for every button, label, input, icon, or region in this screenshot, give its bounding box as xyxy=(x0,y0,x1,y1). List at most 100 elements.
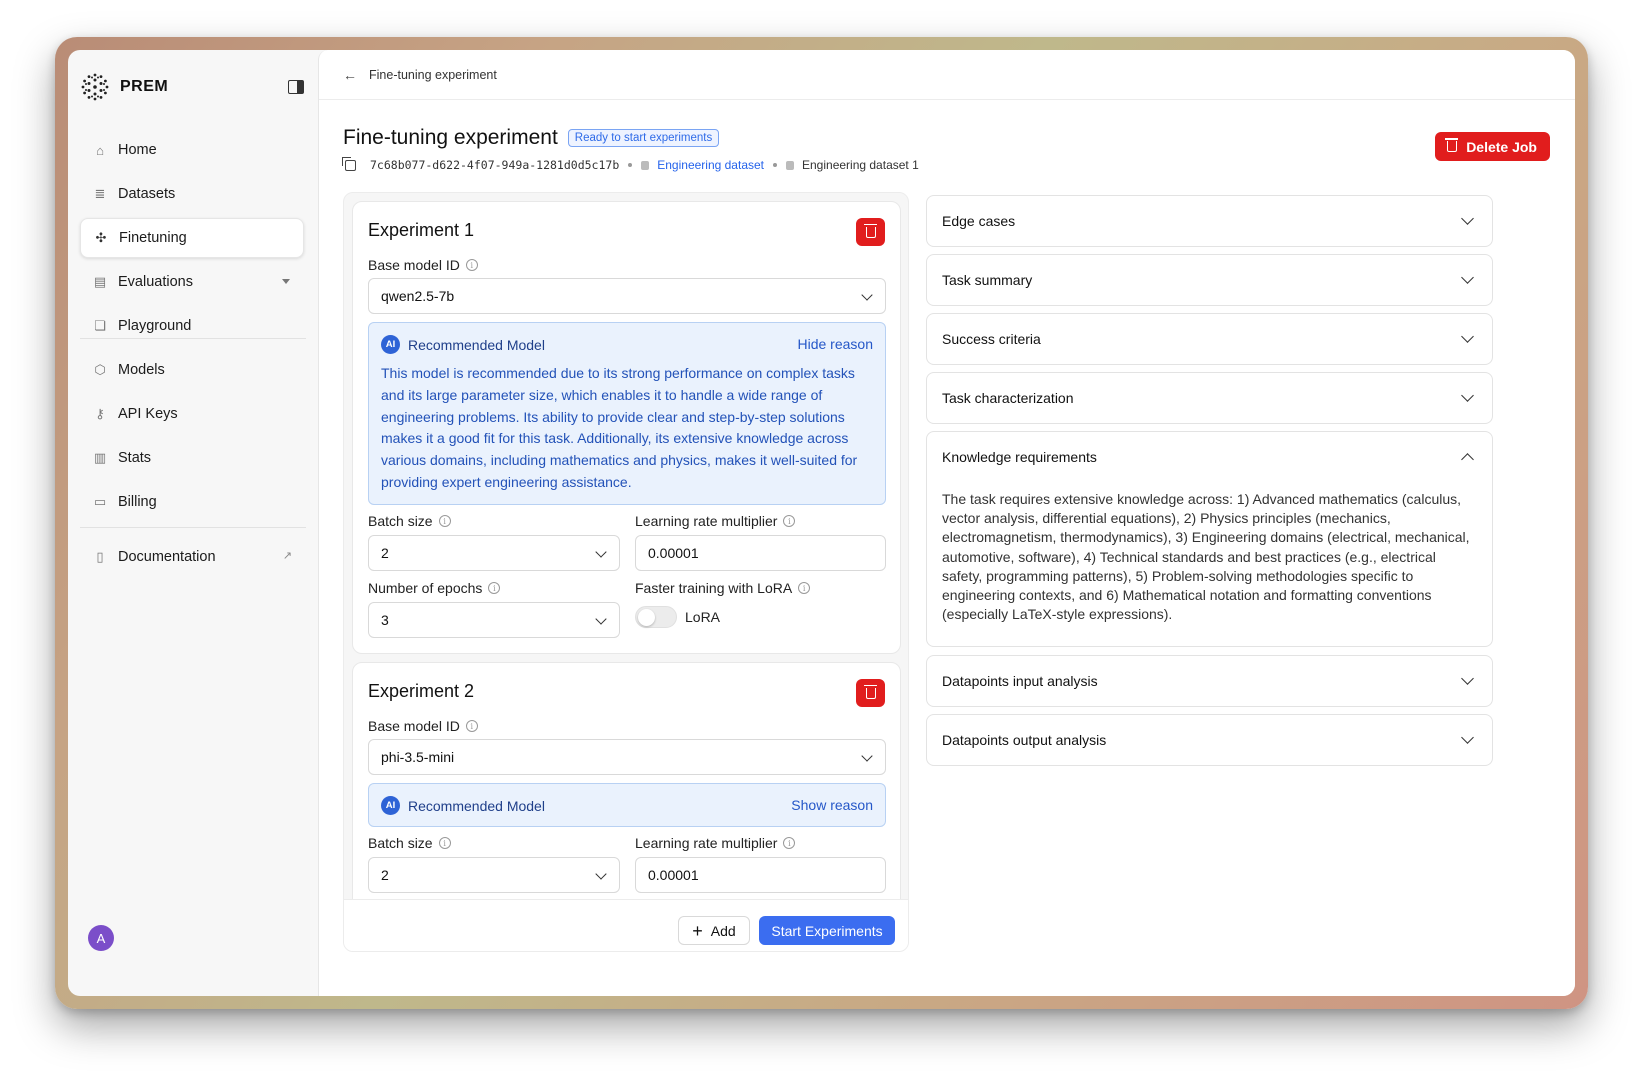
sidebar-item-label: Billing xyxy=(118,494,157,510)
accordion-datapoints-output[interactable]: Datapoints output analysis xyxy=(926,714,1493,766)
brand[interactable]: PREM xyxy=(80,72,168,102)
accordion-task-summary[interactable]: Task summary xyxy=(926,254,1493,306)
database-icon: ≣ xyxy=(94,186,106,201)
document-icon: ▯ xyxy=(96,549,104,564)
info-icon[interactable]: i xyxy=(783,515,796,527)
info-icon[interactable]: i xyxy=(465,720,478,732)
sidebar-item-evaluations[interactable]: ▤ Evaluations xyxy=(80,262,304,302)
learning-rate-label-text: Learning rate multiplier xyxy=(635,835,778,851)
ai-icon: AI xyxy=(381,335,400,354)
copy-icon[interactable] xyxy=(342,156,356,171)
recommendation-title: Recommended Model xyxy=(408,797,545,814)
chevron-up-icon xyxy=(1461,453,1474,466)
base-model-select[interactable]: phi-3.5-mini xyxy=(368,739,886,775)
sidebar-item-label: Models xyxy=(118,362,165,378)
snapshot-name: Engineering dataset 1 xyxy=(802,158,919,172)
show-reason-link[interactable]: Show reason xyxy=(791,797,873,813)
base-model-value: qwen2.5-7b xyxy=(381,288,455,304)
accordion-title: Success criteria xyxy=(942,331,1041,347)
batch-size-label-text: Batch size xyxy=(368,513,433,529)
accordion-knowledge-requirements[interactable]: Knowledge requirements The task requires… xyxy=(926,431,1493,647)
sidebar-item-label: Documentation xyxy=(118,549,216,565)
sidebar-item-label: Datasets xyxy=(118,186,176,202)
accordion-success-criteria[interactable]: Success criteria xyxy=(926,313,1493,365)
trash-icon xyxy=(1445,138,1459,152)
info-icon[interactable]: i xyxy=(465,259,478,271)
chevron-down-icon xyxy=(1461,271,1474,284)
sidebar-item-label: Finetuning xyxy=(119,230,187,246)
base-model-label: Base model ID i xyxy=(368,257,478,273)
batch-size-select[interactable]: 2 xyxy=(368,535,620,571)
learning-rate-label-text: Learning rate multiplier xyxy=(635,513,778,529)
chevron-down-icon xyxy=(1461,330,1474,343)
sidebar-collapse-icon[interactable] xyxy=(288,80,304,94)
base-model-value: phi-3.5-mini xyxy=(381,749,455,765)
lora-toggle[interactable] xyxy=(635,606,677,628)
epochs-label-text: Number of epochs xyxy=(368,580,483,596)
epochs-select[interactable]: 3 xyxy=(368,602,620,638)
info-icon[interactable]: i xyxy=(438,515,451,527)
base-model-select[interactable]: qwen2.5-7b xyxy=(368,278,886,314)
accordion-datapoints-input[interactable]: Datapoints input analysis xyxy=(926,655,1493,707)
hide-reason-link[interactable]: Hide reason xyxy=(798,336,874,352)
base-model-label-text: Base model ID xyxy=(368,257,460,273)
trash-icon xyxy=(863,223,877,238)
info-icon[interactable]: i xyxy=(438,837,451,849)
start-experiments-button[interactable]: Start Experiments xyxy=(759,916,895,945)
status-badge: Ready to start experiments xyxy=(567,129,720,147)
accordion-title: Edge cases xyxy=(942,213,1016,229)
accordion-title: Datapoints input analysis xyxy=(942,673,1098,689)
base-model-label-text: Base model ID xyxy=(368,718,460,734)
accordion-task-characterization[interactable]: Task characterization xyxy=(926,372,1493,424)
accordion-title: Task characterization xyxy=(942,390,1074,406)
chevron-down-icon xyxy=(1461,672,1474,685)
chevron-down-icon xyxy=(861,750,873,762)
add-label: Add xyxy=(710,922,736,939)
sidebar-item-finetuning[interactable]: ✣ Finetuning xyxy=(80,218,304,258)
breadcrumb: ← Fine-tuning experiment xyxy=(319,50,1575,100)
sidebar-item-models[interactable]: ⬡ Models xyxy=(80,350,304,390)
batch-size-select[interactable]: 2 xyxy=(368,857,620,893)
chevron-down-icon xyxy=(595,546,607,558)
info-icon[interactable]: i xyxy=(798,582,811,594)
docs-nav: ▯ Documentation ↗ xyxy=(80,537,304,581)
epochs-label: Number of epochs i xyxy=(368,580,501,596)
delete-job-button[interactable]: Delete Job xyxy=(1435,132,1550,161)
sidebar-item-home[interactable]: ⌂ Home xyxy=(80,130,304,170)
chart-icon: ▥ xyxy=(93,450,107,465)
sidebar-item-billing[interactable]: ▭ Billing xyxy=(80,482,304,522)
cube-icon: ⬡ xyxy=(94,362,106,377)
sidebar-item-api-keys[interactable]: ⚷ API Keys xyxy=(80,394,304,434)
learning-rate-input[interactable]: 0.00001 xyxy=(635,535,886,571)
learning-rate-input[interactable]: 0.00001 xyxy=(635,857,886,893)
back-arrow-icon[interactable]: ← xyxy=(343,67,357,83)
sidebar-item-documentation[interactable]: ▯ Documentation ↗ xyxy=(80,537,304,577)
learning-rate-label: Learning rate multiplier i xyxy=(635,513,796,529)
lora-label: Faster training with LoRA i xyxy=(635,580,811,596)
experiment-title: Experiment 1 xyxy=(368,220,475,240)
accordion-edge-cases[interactable]: Edge cases xyxy=(926,195,1493,247)
sidebar-item-label: Playground xyxy=(118,318,192,334)
dataset-link[interactable]: Engineering dataset xyxy=(657,158,764,172)
breadcrumb-label[interactable]: Fine-tuning experiment xyxy=(369,68,497,82)
snapshot-icon xyxy=(786,160,794,170)
info-icon[interactable]: i xyxy=(488,582,501,594)
add-experiment-button[interactable]: + Add xyxy=(678,916,750,945)
experiment-title: Experiment 2 xyxy=(368,681,475,701)
avatar[interactable]: A xyxy=(88,925,114,951)
sidebar-item-playground[interactable]: ❏ Playground xyxy=(80,306,304,346)
experiments-panel[interactable]: Experiment 1 Base model ID i qwen2.5-7b … xyxy=(343,192,909,952)
delete-experiment-button[interactable] xyxy=(856,679,885,707)
sidebar-item-stats[interactable]: ▥ Stats xyxy=(80,438,304,478)
delete-experiment-button[interactable] xyxy=(856,218,885,246)
info-icon[interactable]: i xyxy=(783,837,796,849)
sidebar-divider xyxy=(80,527,306,528)
window-frame: PREM ⌂ Home ≣ Datasets ✣ Finetuning ▤ Ev… xyxy=(55,37,1588,1009)
epochs-value: 3 xyxy=(381,612,389,628)
recommendation-title: Recommended Model xyxy=(408,336,545,353)
app-window: PREM ⌂ Home ≣ Datasets ✣ Finetuning ▤ Ev… xyxy=(68,50,1575,996)
sidebar-item-datasets[interactable]: ≣ Datasets xyxy=(80,174,304,214)
prem-logo-icon xyxy=(81,73,109,101)
job-id: 7c68b077-d622-4f07-949a-1281d0d5c17b xyxy=(370,158,620,172)
recommendation-box: AI Recommended Model Hide reason This mo… xyxy=(368,322,886,505)
